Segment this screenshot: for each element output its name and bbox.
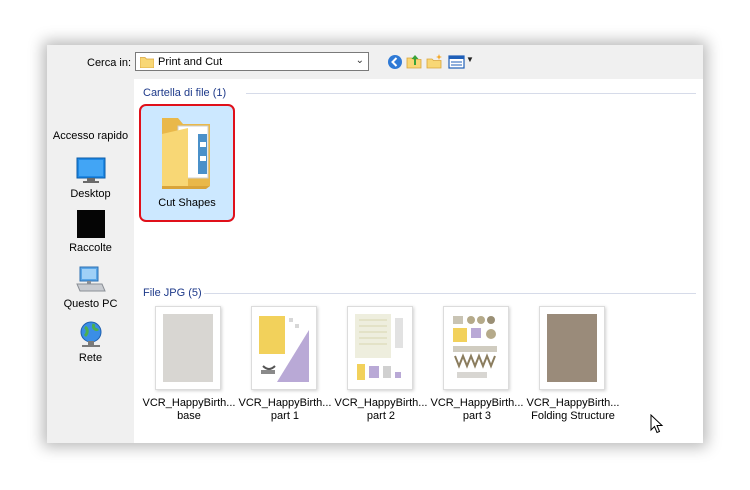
thumbnail-folding-structure[interactable] — [539, 306, 605, 390]
back-icon[interactable] — [386, 53, 404, 71]
file-name-line2: part 2 — [366, 410, 396, 422]
file-name-part-1[interactable]: VCR_HappyBirth... part 1 — [233, 397, 337, 423]
thumbnail-part-3[interactable] — [443, 306, 509, 390]
file-name-line1: VCR_HappyBirth... — [526, 397, 620, 409]
place-label: Rete — [78, 352, 103, 364]
libraries-icon — [76, 210, 105, 238]
folder-icon — [140, 57, 154, 68]
place-this-pc[interactable]: Questo PC — [47, 265, 134, 310]
image-thumbnail — [355, 314, 403, 380]
group-divider — [204, 293, 696, 294]
file-name-folding-structure[interactable]: VCR_HappyBirth... Folding Structure — [521, 397, 625, 423]
network-icon — [80, 321, 101, 347]
file-name-line1: VCR_HappyBirth... — [430, 397, 524, 409]
folder-cut-shapes[interactable]: Cut Shapes — [139, 104, 235, 222]
thumbnail-part-1[interactable] — [251, 306, 317, 390]
place-libraries[interactable]: Raccolte — [47, 209, 134, 254]
image-thumbnail — [547, 314, 597, 382]
folder-icon — [162, 118, 210, 189]
file-name-part-3[interactable]: VCR_HappyBirth... part 3 — [425, 397, 529, 423]
image-thumbnail — [259, 316, 309, 382]
place-network[interactable]: Rete — [47, 319, 134, 364]
file-name-line2: Folding Structure — [531, 410, 615, 422]
file-name-line2: part 3 — [462, 410, 492, 422]
thumbnail-part-2[interactable] — [347, 306, 413, 390]
file-name-line2: part 1 — [270, 410, 300, 422]
look-in-bar: Cerca in: Print and Cut ⌄ ▼ — [47, 45, 703, 79]
chevron-down-icon[interactable]: ⌄ — [356, 55, 364, 66]
place-label: Raccolte — [69, 242, 112, 254]
file-name-part-2[interactable]: VCR_HappyBirth... part 2 — [329, 397, 433, 423]
new-folder-icon[interactable] — [426, 53, 444, 71]
file-list-view: Cartella di file (1) Cut Shapes File JPG… — [134, 79, 703, 443]
group-divider — [246, 93, 696, 94]
place-label: Accesso rapido — [52, 130, 129, 142]
place-label: Desktop — [70, 188, 111, 200]
look-in-label: Cerca in: — [87, 57, 132, 69]
group-header-jpg[interactable]: File JPG (5) — [143, 287, 202, 299]
open-file-dialog: Cerca in: Print and Cut ⌄ ▼ Accesso rapi… — [47, 45, 703, 443]
folder-name: Cut Shapes — [158, 197, 216, 209]
file-name-line1: VCR_HappyBirth... — [334, 397, 428, 409]
thumbnail-base[interactable] — [155, 306, 221, 390]
view-dropdown-arrow[interactable]: ▼ — [466, 55, 474, 64]
file-name-line1: VCR_HappyBirth... — [142, 397, 236, 409]
mouse-cursor-icon — [650, 414, 664, 434]
place-desktop[interactable]: Desktop — [47, 157, 134, 200]
look-in-location: Print and Cut — [158, 56, 223, 68]
desktop-icon — [76, 157, 105, 183]
image-thumbnail — [453, 316, 497, 378]
file-name-line2: base — [177, 410, 201, 422]
look-in-combobox[interactable]: Print and Cut ⌄ — [135, 52, 369, 71]
places-bar: Accesso rapido Desktop Raccolte Questo P… — [47, 79, 134, 443]
up-folder-icon[interactable] — [406, 53, 424, 71]
group-header-folders[interactable]: Cartella di file (1) — [143, 87, 226, 99]
file-name-line1: VCR_HappyBirth... — [238, 397, 332, 409]
this-pc-icon — [75, 266, 106, 292]
view-menu-icon[interactable] — [448, 53, 466, 71]
place-label: Questo PC — [63, 298, 118, 310]
file-name-base[interactable]: VCR_HappyBirth... base — [137, 397, 241, 423]
place-quick-access[interactable]: Accesso rapido — [47, 127, 134, 142]
image-thumbnail — [163, 314, 213, 382]
